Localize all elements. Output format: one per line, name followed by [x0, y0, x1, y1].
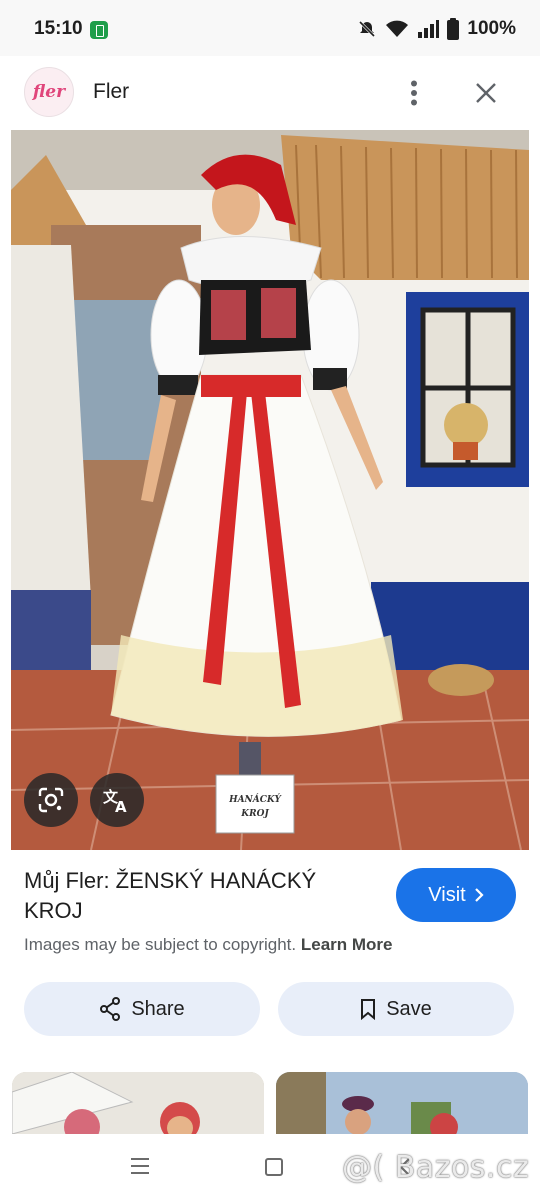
- save-button[interactable]: Save: [278, 982, 514, 1036]
- status-time: 15:10: [34, 18, 83, 39]
- home-icon[interactable]: [265, 1158, 283, 1176]
- translate-icon: 文 A: [103, 788, 127, 814]
- wifi-icon: [386, 20, 409, 37]
- close-icon: [476, 83, 496, 103]
- share-icon: [100, 997, 121, 1021]
- bookmark-icon: [361, 999, 376, 1020]
- status-icons: 100%: [357, 18, 516, 40]
- site-logo[interactable]: fler: [24, 67, 74, 117]
- status-bar: 15:10 100%: [0, 0, 540, 56]
- site-logo-text: fler: [32, 82, 66, 102]
- visit-label: Visit: [428, 883, 466, 906]
- share-button[interactable]: Share: [24, 982, 260, 1036]
- battery-saver-icon: [90, 21, 108, 39]
- mute-icon: [359, 20, 376, 38]
- translate-button[interactable]: 文 A: [90, 773, 144, 827]
- signal-icon: [418, 20, 440, 38]
- share-label: Share: [131, 997, 185, 1020]
- more-vert-icon: [411, 80, 417, 106]
- sign-line-2: KROJ: [240, 809, 269, 819]
- image-title[interactable]: Můj Fler: ŽENSKÝ HANÁCKÝ KROJ: [24, 866, 374, 926]
- close-button[interactable]: [466, 72, 506, 114]
- more-options-button[interactable]: [396, 72, 432, 114]
- recents-icon[interactable]: [130, 1156, 150, 1176]
- header: fler Fler: [0, 56, 540, 130]
- copyright-text: Images may be subject to copyright.: [24, 935, 297, 954]
- save-label: Save: [386, 997, 432, 1020]
- svg-text:A: A: [115, 798, 127, 814]
- copyright-notice: Images may be subject to copyright. Lear…: [24, 935, 393, 955]
- site-name[interactable]: Fler: [93, 80, 129, 104]
- battery-icon: [447, 18, 460, 40]
- google-lens-icon: [38, 787, 64, 813]
- related-image-thumbnail[interactable]: [12, 1072, 264, 1134]
- visit-button[interactable]: Visit: [396, 868, 516, 922]
- chevron-right-icon: [474, 888, 484, 902]
- result-image[interactable]: HANÁCKÝ KROJ: [11, 130, 529, 850]
- learn-more-link[interactable]: Learn More: [301, 935, 393, 954]
- sign-line-1: HANÁCKÝ: [228, 793, 282, 805]
- related-image-thumbnail[interactable]: [276, 1072, 528, 1134]
- watermark: @( Bazos.cz: [342, 1150, 530, 1185]
- battery-percent: 100%: [467, 18, 516, 39]
- google-lens-button[interactable]: [24, 773, 78, 827]
